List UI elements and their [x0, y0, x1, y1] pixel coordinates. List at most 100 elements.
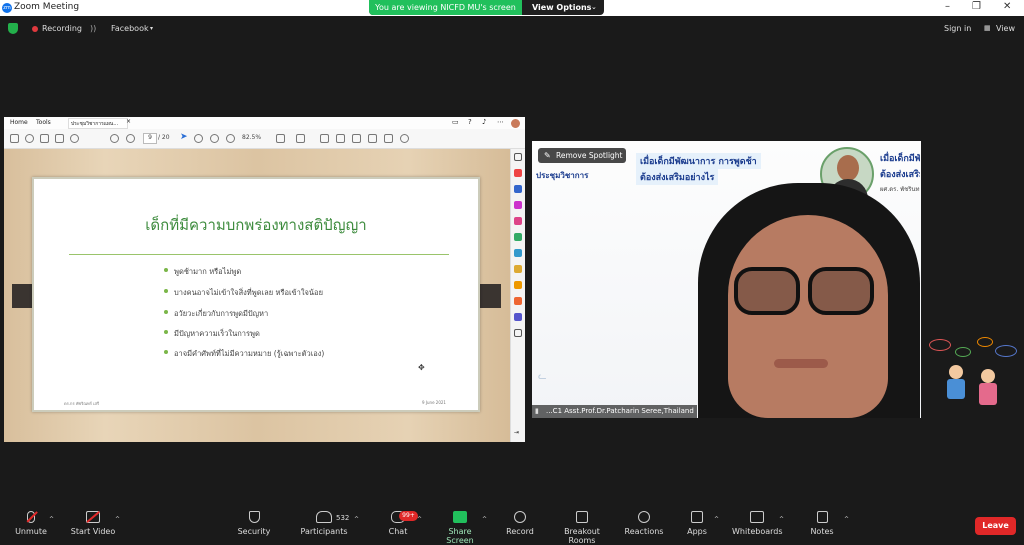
- email-icon[interactable]: [55, 134, 64, 143]
- grid-icon[interactable]: ⋯: [497, 118, 504, 126]
- remove-spotlight-button[interactable]: Remove Spotlight: [538, 148, 626, 163]
- bg-title-line2: ต้องส่งเสริมอย่างไร: [636, 169, 719, 185]
- view-options-button[interactable]: View Options: [532, 0, 591, 15]
- maximize-icon[interactable]: ❐: [972, 1, 981, 12]
- reactions-label: Reactions: [624, 527, 664, 536]
- zoom-level[interactable]: 82.5%: [242, 134, 261, 141]
- sidebar-zoom-icon[interactable]: [514, 153, 522, 161]
- tab-home[interactable]: Home: [10, 119, 28, 126]
- more-tools-icon[interactable]: [514, 329, 522, 337]
- share-options-chevron[interactable]: ^: [482, 516, 487, 523]
- help-icon[interactable]: ?: [468, 118, 472, 126]
- participants-chevron[interactable]: ^: [354, 516, 359, 523]
- bg-presenter-name: ผศ.ดร. พัชรินทร์ เสรี: [880, 186, 920, 193]
- audio-options-chevron[interactable]: ^: [49, 516, 54, 523]
- recording-label[interactable]: Recording: [42, 24, 82, 33]
- whiteboards-chevron[interactable]: ^: [779, 516, 784, 523]
- breakout-rooms-button[interactable]: Breakout Rooms: [551, 511, 613, 545]
- minimize-icon[interactable]: –: [945, 1, 950, 12]
- bullet-item: มีปัญหาความเร็วในการพูด: [164, 328, 260, 340]
- zoom-out-icon[interactable]: [210, 134, 219, 143]
- comment-tool-icon[interactable]: [514, 217, 522, 225]
- notes-icon: [816, 511, 828, 523]
- slide-title: เด็กที่มีความบกพร่องทางสติปัญญา: [145, 216, 367, 234]
- rotate-icon[interactable]: [400, 134, 409, 143]
- shared-screen: Home Tools ประชุมวิชาการแผน... × ▭ ? ♪ ⋯…: [4, 117, 525, 442]
- redact-icon[interactable]: [514, 265, 522, 273]
- profile-avatar[interactable]: [511, 119, 520, 128]
- cartoon-kids: [918, 336, 921, 386]
- fit-page-icon[interactable]: [276, 134, 285, 143]
- search-icon[interactable]: [70, 134, 79, 143]
- scroll-mode-icon[interactable]: [296, 134, 305, 143]
- combine-icon[interactable]: [514, 233, 522, 241]
- draw-icon[interactable]: [352, 134, 361, 143]
- glasses-left: [734, 267, 800, 315]
- chat-label: Chat: [388, 527, 408, 536]
- highlight-icon[interactable]: [336, 134, 345, 143]
- comment-icon[interactable]: [320, 134, 329, 143]
- share-banner: You are viewing NICFD MU's screen View O…: [369, 0, 604, 15]
- print-icon[interactable]: [40, 134, 49, 143]
- bg-title-repeat: เมื่อเด็กมีพัฒนาการ การพูดช้า: [880, 154, 920, 164]
- notes-chevron[interactable]: ^: [844, 516, 849, 523]
- select-cursor-icon[interactable]: ➤: [180, 132, 188, 142]
- protect-icon[interactable]: [514, 281, 522, 289]
- unmute-button[interactable]: Unmute: [14, 511, 48, 536]
- facebook-button[interactable]: Facebook: [111, 24, 149, 33]
- security-icon: [248, 511, 260, 523]
- apps-chevron[interactable]: ^: [714, 516, 719, 523]
- leave-button[interactable]: Leave: [975, 517, 1016, 535]
- bell-icon[interactable]: ♪: [482, 118, 486, 126]
- notes-button[interactable]: Notes: [808, 511, 836, 536]
- tab-document[interactable]: ประชุมวิชาการแผน...: [68, 118, 128, 129]
- trash-icon[interactable]: [384, 134, 393, 143]
- whiteboard-icon: [750, 511, 764, 523]
- view-grid-icon[interactable]: ▦: [984, 24, 991, 32]
- apps-button[interactable]: Apps: [685, 511, 709, 536]
- video-options-chevron[interactable]: ^: [115, 516, 120, 523]
- facebook-chevron-icon[interactable]: ▾: [150, 25, 153, 32]
- save-icon[interactable]: [10, 134, 19, 143]
- pin-icon: ✎: [544, 151, 551, 160]
- participants-count: 532: [336, 514, 350, 522]
- record-label: Record: [506, 527, 534, 536]
- page-down-icon[interactable]: [126, 134, 135, 143]
- zoom-in-icon[interactable]: [226, 134, 235, 143]
- title-divider: [69, 254, 449, 255]
- security-button[interactable]: Security: [236, 511, 272, 536]
- create-pdf-icon[interactable]: [514, 201, 522, 209]
- start-video-button[interactable]: Start Video: [70, 511, 116, 536]
- hand-tool-icon[interactable]: [194, 134, 203, 143]
- share-screen-button[interactable]: Share Screen: [434, 511, 486, 545]
- page-number-input[interactable]: 9: [143, 133, 157, 144]
- video-off-icon: [86, 511, 100, 523]
- breakout-label: Breakout Rooms: [564, 527, 600, 545]
- shield-tool-icon[interactable]: [514, 313, 522, 321]
- record-button[interactable]: Record: [504, 511, 536, 536]
- tab-close-icon[interactable]: ×: [126, 118, 131, 125]
- tab-tools[interactable]: Tools: [36, 119, 51, 126]
- sign-in-link[interactable]: Sign in: [944, 24, 971, 33]
- viewing-label: You are viewing NICFD MU's screen: [369, 0, 522, 15]
- bullet-item: พูดช้ามาก หรือไม่พูด: [164, 266, 241, 278]
- chevron-down-icon[interactable]: ⌄: [591, 0, 597, 15]
- share-arrow-icon: [453, 511, 467, 523]
- export-pdf-icon[interactable]: [514, 169, 522, 177]
- edit-pdf-icon[interactable]: [514, 185, 522, 193]
- chat-unread-badge: 99+: [399, 511, 418, 521]
- page-up-icon[interactable]: [110, 134, 119, 143]
- view-button[interactable]: View: [996, 24, 1015, 33]
- organize-icon[interactable]: [514, 249, 522, 257]
- fill-sign-icon[interactable]: [514, 297, 522, 305]
- collapse-panel-icon[interactable]: ⇥: [514, 429, 522, 437]
- close-icon[interactable]: ✕: [1003, 1, 1011, 12]
- security-shield-icon[interactable]: [8, 23, 18, 34]
- slide-footer-left: ดร.กร พัชริณทร์ เสรี: [64, 401, 100, 406]
- reactions-button[interactable]: Reactions: [624, 511, 664, 536]
- stamp-icon[interactable]: [368, 134, 377, 143]
- star-icon[interactable]: [25, 134, 34, 143]
- whiteboards-button[interactable]: Whiteboards: [732, 511, 783, 536]
- emoji-icon: [638, 511, 650, 523]
- chat-icon[interactable]: ▭: [452, 118, 459, 126]
